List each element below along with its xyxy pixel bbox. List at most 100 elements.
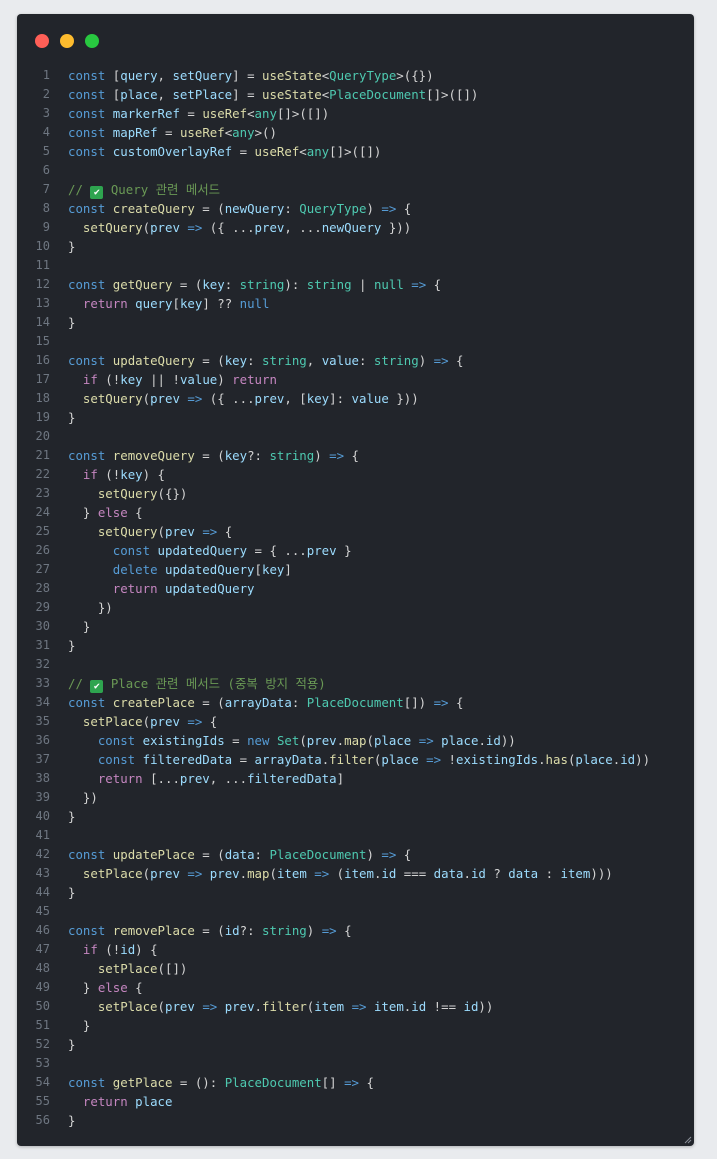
code-token: map — [344, 733, 367, 748]
code-token: setPlace — [82, 714, 143, 729]
code-token: query — [135, 296, 173, 311]
line-number: 21 — [35, 448, 50, 462]
code-line: 44} — [17, 883, 694, 902]
code-token: existingIds — [142, 733, 225, 748]
code-token: => — [433, 353, 449, 368]
code-token: setQuery — [82, 391, 143, 406]
resize-grip-icon[interactable] — [684, 1136, 692, 1144]
line-number: 50 — [35, 999, 50, 1013]
code-token: const — [68, 201, 106, 216]
line-number: 56 — [35, 1113, 50, 1127]
code-line: 11 — [17, 256, 694, 275]
code-line: 12 const getQuery = (key: string): string… — [17, 275, 694, 294]
line-content: }) — [68, 598, 113, 617]
code-token: return — [232, 372, 277, 387]
line-content: const markerRef = useRef<any[]>([]) — [68, 104, 329, 123]
maximize-window-icon[interactable] — [85, 34, 99, 48]
code-line: 20 — [17, 427, 694, 446]
code-token: newQuery — [224, 201, 285, 216]
code-token: // — [68, 676, 91, 691]
code-token: = ( — [194, 923, 225, 938]
code-token: ( — [269, 866, 277, 881]
code-token: prev — [209, 866, 240, 881]
code-token: const — [68, 923, 106, 938]
line-content: if (!id) { — [68, 940, 158, 959]
code-token: => — [187, 866, 203, 881]
code-line: 22 if (!key) { — [17, 465, 694, 484]
code-token: , ... — [209, 771, 248, 786]
code-token: return — [112, 581, 158, 596]
line-number: 40 — [35, 809, 50, 823]
code-token: ( — [329, 866, 345, 881]
code-token: string — [239, 277, 285, 292]
code-token: null — [239, 296, 270, 311]
code-token: if — [82, 372, 98, 387]
code-token: = ( — [194, 353, 225, 368]
line-number: 7 — [42, 182, 50, 196]
close-window-icon[interactable] — [35, 34, 49, 48]
code-token: const — [68, 144, 106, 159]
code-token: ) — [366, 847, 382, 862]
code-token: new — [247, 733, 270, 748]
line-number: 44 — [35, 885, 50, 899]
code-token: key — [120, 467, 143, 482]
line-content: const updatePlace = (data: PlaceDocument… — [68, 845, 411, 864]
code-token: const — [68, 695, 106, 710]
code-token: prev — [165, 524, 195, 539]
line-number: 42 — [35, 847, 50, 861]
line-content: } — [68, 636, 75, 655]
code-line: 41 — [17, 826, 694, 845]
code-token: item — [344, 866, 374, 881]
code-token: }) — [68, 790, 98, 805]
code-line: 6 — [17, 161, 694, 180]
code-token: item — [560, 866, 591, 881]
code-token: mapRef — [112, 125, 158, 140]
code-token: const — [97, 752, 136, 767]
code-token: = — [179, 106, 203, 121]
code-token: useRef — [254, 144, 300, 159]
code-token: } — [68, 410, 76, 425]
code-line: 8 const createQuery = (newQuery: QueryTyp… — [17, 199, 694, 218]
code-token: : — [538, 866, 561, 881]
code-line: 42 const updatePlace = (data: PlaceDocume… — [17, 845, 694, 864]
line-number: 52 — [35, 1037, 50, 1051]
code-token: setQuery — [172, 68, 233, 83]
code-token: })) — [381, 220, 412, 235]
code-token: setPlace — [82, 866, 143, 881]
code-token: => — [344, 1075, 359, 1090]
line-content: return place — [68, 1092, 173, 1111]
code-token: ? — [485, 866, 509, 881]
code-line: 29 }) — [17, 598, 694, 617]
code-block[interactable]: 1 const [query, setQuery] = useState<Quer… — [17, 66, 694, 1130]
line-number: 54 — [35, 1075, 50, 1089]
code-token: createPlace — [112, 695, 195, 710]
code-token: [] — [321, 1075, 345, 1090]
code-token: . — [463, 866, 471, 881]
code-token: string — [306, 277, 352, 292]
line-content: setPlace(prev => prev.filter(item => ite… — [68, 997, 494, 1016]
code-token: , [ — [284, 391, 307, 406]
check-mark-icon: ✔ — [90, 680, 104, 693]
code-token: ( — [157, 999, 165, 1014]
code-token: : — [254, 847, 270, 862]
code-token: else — [97, 980, 128, 995]
code-token: => — [329, 448, 345, 463]
code-token: value — [179, 372, 218, 387]
line-content: const [query, setQuery] = useState<Query… — [68, 66, 434, 85]
code-token: ( — [142, 220, 151, 235]
line-number: 45 — [35, 904, 50, 918]
code-token: id — [411, 999, 427, 1014]
code-token: ) — [306, 923, 322, 938]
minimize-window-icon[interactable] — [60, 34, 74, 48]
line-number: 17 — [35, 372, 50, 386]
